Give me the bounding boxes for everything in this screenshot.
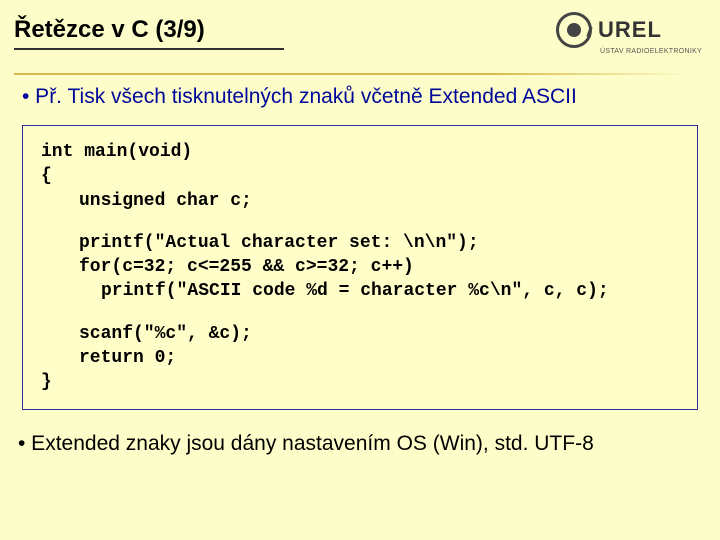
header-row: Řetězce v C (3/9) UREL ÚSTAV RADIOELEKTR… xyxy=(14,10,706,55)
code-line: { xyxy=(41,164,679,188)
page-title: Řetězce v C (3/9) xyxy=(14,10,556,44)
logo-row: UREL xyxy=(556,12,706,48)
note-text: • Extended znaky jsou dány nastavením OS… xyxy=(18,432,706,456)
title-area: Řetězce v C (3/9) xyxy=(14,10,556,50)
blank-line xyxy=(41,304,679,322)
code-line: printf("Actual character set: \n\n"); xyxy=(41,231,679,255)
code-line: return 0; xyxy=(41,346,679,370)
divider xyxy=(14,73,692,75)
title-underline xyxy=(14,48,284,50)
slide: Řetězce v C (3/9) UREL ÚSTAV RADIOELEKTR… xyxy=(0,0,720,540)
code-line: for(c=32; c<=255 && c>=32; c++) xyxy=(41,255,679,279)
logo-subtitle: ÚSTAV RADIOELEKTRONIKY xyxy=(600,48,706,55)
code-line: } xyxy=(41,370,679,394)
blank-line xyxy=(41,213,679,231)
code-line: int main(void) xyxy=(41,140,679,164)
logo-icon xyxy=(556,12,592,48)
logo-block: UREL ÚSTAV RADIOELEKTRONIKY xyxy=(556,12,706,55)
code-block: int main(void) { unsigned char c; printf… xyxy=(22,125,698,410)
code-line: printf("ASCII code %d = character %c\n",… xyxy=(41,279,679,303)
code-line: scanf("%c", &c); xyxy=(41,322,679,346)
bullet-example: • Př. Tisk všech tisknutelných znaků vče… xyxy=(22,85,706,109)
code-line: unsigned char c; xyxy=(41,189,679,213)
logo-text: UREL xyxy=(598,17,662,43)
